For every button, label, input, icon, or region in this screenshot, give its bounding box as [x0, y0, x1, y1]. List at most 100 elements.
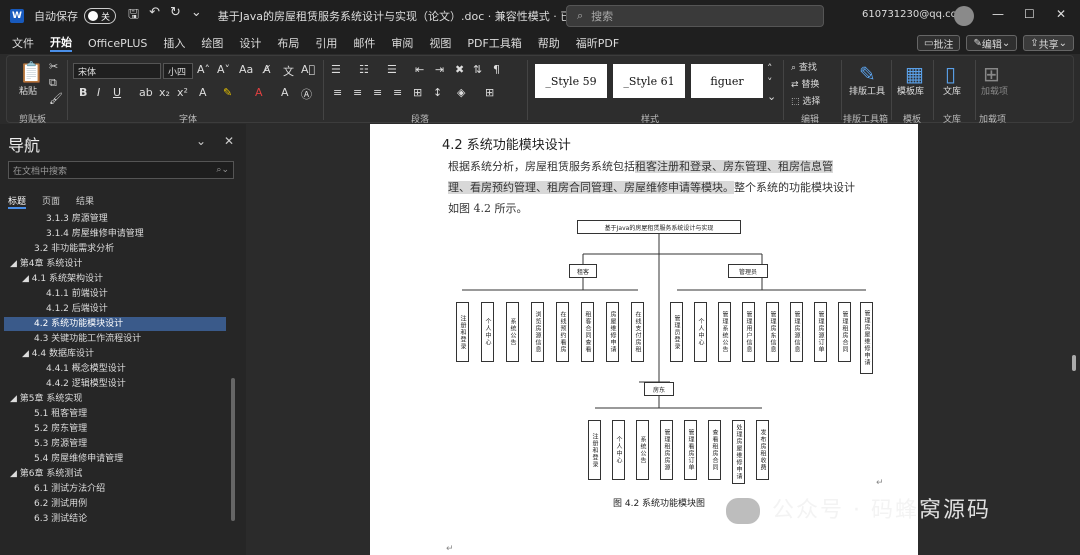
- distributed-icon[interactable]: ⊞: [413, 86, 422, 99]
- document-scrollbar[interactable]: [1072, 355, 1076, 371]
- nav-tab-results[interactable]: 结果: [76, 194, 94, 209]
- tab-officeplus[interactable]: OfficePLUS: [88, 37, 147, 50]
- numbering-icon[interactable]: ☷: [359, 63, 369, 76]
- nav-item[interactable]: 3.1.4 房屋维修申请管理: [46, 227, 144, 241]
- tab-foxit-pdf[interactable]: 福昕PDF: [576, 35, 619, 51]
- font-name-select[interactable]: 宋体: [73, 63, 161, 79]
- justify-icon[interactable]: ≡: [393, 86, 402, 99]
- layout-tool-icon[interactable]: ✎: [859, 62, 876, 86]
- enclose-characters-icon[interactable]: Ⓐ: [301, 86, 312, 102]
- grow-font-icon[interactable]: A˄: [197, 63, 210, 76]
- share-button[interactable]: ⇪ 共享 ⌄: [1023, 35, 1074, 51]
- save-icon[interactable]: 🖫: [128, 5, 139, 27]
- minimize-icon[interactable]: —: [992, 7, 1004, 21]
- nav-item[interactable]: 3.2 非功能需求分析: [34, 242, 114, 256]
- nav-close-icon[interactable]: ✕: [224, 134, 234, 148]
- tab-design[interactable]: 设计: [239, 35, 261, 51]
- tab-layout[interactable]: 布局: [277, 35, 299, 51]
- tab-help[interactable]: 帮助: [538, 35, 560, 51]
- wenku-icon[interactable]: ▯: [945, 62, 956, 86]
- shrink-font-icon[interactable]: A˅: [217, 63, 230, 76]
- style-item[interactable]: _Style 59: [535, 64, 607, 98]
- chinese-layout-icon[interactable]: ✖: [455, 63, 464, 76]
- underline-icon[interactable]: U: [113, 86, 121, 99]
- avatar[interactable]: [954, 6, 974, 26]
- undo-icon[interactable]: ↶: [149, 5, 160, 27]
- document-page[interactable]: 4.2 系统功能模块设计 根据系统分析，房屋租赁服务系统包括租客注册和登录、房东…: [370, 124, 918, 555]
- nav-item[interactable]: 5.2 房东管理: [34, 422, 87, 436]
- nav-item[interactable]: ◢ 第4章 系统设计: [10, 257, 82, 271]
- add-ins-icon[interactable]: ⊞: [983, 62, 1000, 86]
- nav-item[interactable]: ◢ 第5章 系统实现: [10, 392, 82, 406]
- show-marks-icon[interactable]: ¶: [493, 63, 500, 76]
- align-center-icon[interactable]: ≡: [353, 86, 362, 99]
- nav-item-selected[interactable]: 4.2 系统功能模块设计: [4, 317, 226, 331]
- bullets-icon[interactable]: ☰: [331, 63, 341, 76]
- nav-tab-headings[interactable]: 标题: [8, 194, 27, 209]
- sort-icon[interactable]: ⇅: [473, 63, 482, 76]
- subscript-icon[interactable]: x₂: [159, 86, 170, 99]
- style-item[interactable]: _Style 61: [613, 64, 685, 98]
- tab-view[interactable]: 视图: [429, 35, 451, 51]
- tab-pdf-toolbox[interactable]: PDF工具箱: [467, 35, 521, 51]
- align-left-icon[interactable]: ≡: [333, 86, 342, 99]
- tab-insert[interactable]: 插入: [163, 35, 185, 51]
- font-color-icon[interactable]: A: [255, 86, 263, 99]
- nav-item[interactable]: 4.1.2 后端设计: [46, 302, 108, 316]
- nav-item[interactable]: 4.4.1 概念模型设计: [46, 362, 126, 376]
- redo-icon[interactable]: ↻: [170, 5, 181, 27]
- nav-item[interactable]: 6.1 测试方法介绍: [34, 482, 105, 496]
- comment-button[interactable]: ▭ 批注: [916, 35, 961, 51]
- customize-qat-icon[interactable]: ⌄: [191, 5, 202, 27]
- highlight-icon[interactable]: ✎: [223, 86, 232, 99]
- strikethrough-icon[interactable]: ab: [139, 86, 153, 99]
- change-case-icon[interactable]: Aa: [239, 63, 253, 76]
- line-spacing-icon[interactable]: ↕: [433, 86, 442, 99]
- nav-item[interactable]: 5.4 房屋维修申请管理: [34, 452, 123, 466]
- nav-item[interactable]: 6.3 测试结论: [34, 512, 87, 526]
- text-effects-icon[interactable]: A: [199, 86, 207, 99]
- shading-icon[interactable]: ◈: [457, 86, 465, 99]
- paste-icon[interactable]: 📋: [19, 60, 44, 84]
- find-button[interactable]: ⌕ 查找: [791, 60, 817, 73]
- styles-scroll-up-icon[interactable]: ˄: [767, 62, 773, 75]
- nav-item[interactable]: 3.1.3 房源管理: [46, 212, 108, 226]
- tab-draw[interactable]: 绘图: [201, 35, 223, 51]
- tab-references[interactable]: 引用: [315, 35, 337, 51]
- cut-icon[interactable]: ✂: [49, 60, 58, 73]
- select-button[interactable]: ⬚ 选择: [791, 94, 820, 107]
- styles-more-icon[interactable]: ⌄: [767, 90, 776, 103]
- wenku-label[interactable]: 文库: [943, 84, 961, 97]
- add-ins-label[interactable]: 加载项: [981, 84, 1008, 97]
- superscript-icon[interactable]: x²: [177, 86, 188, 99]
- nav-item[interactable]: 4.1.1 前端设计: [46, 287, 108, 301]
- search-icon[interactable]: ⌕⌄: [216, 165, 229, 175]
- nav-item[interactable]: ◢ 4.1 系统架构设计: [22, 272, 103, 286]
- tab-mailings[interactable]: 邮件: [353, 35, 375, 51]
- template-library-label[interactable]: 模板库: [897, 84, 924, 97]
- nav-item[interactable]: ◢ 4.4 数据库设计: [22, 347, 94, 361]
- nav-options-icon[interactable]: ⌄: [196, 134, 206, 148]
- increase-indent-icon[interactable]: ⇥: [435, 63, 444, 76]
- nav-item[interactable]: 4.4.2 逻辑模型设计: [46, 377, 126, 391]
- phonetic-guide-icon[interactable]: 文: [283, 63, 294, 79]
- close-icon[interactable]: ✕: [1056, 7, 1066, 21]
- style-item[interactable]: figuer: [691, 64, 763, 98]
- format-painter-icon[interactable]: 🖌: [49, 92, 63, 105]
- styles-scroll-down-icon[interactable]: ˅: [767, 76, 773, 89]
- maximize-icon[interactable]: ☐: [1024, 7, 1035, 21]
- tab-home[interactable]: 开始: [50, 34, 72, 52]
- nav-scrollbar[interactable]: [231, 378, 235, 521]
- nav-item[interactable]: 5.3 房源管理: [34, 437, 87, 451]
- paste-label[interactable]: 粘贴: [19, 84, 37, 97]
- nav-item[interactable]: ◢ 第6章 系统测试: [10, 467, 82, 481]
- borders-icon[interactable]: ⊞: [485, 86, 494, 99]
- layout-tool-label[interactable]: 排版工具: [849, 84, 885, 97]
- nav-item[interactable]: 4.3 关键功能工作流程设计: [34, 332, 141, 346]
- nav-search-input[interactable]: 在文档中搜索 ⌕⌄: [8, 161, 234, 179]
- document-title[interactable]: 基于Java的房屋租赁服务系统设计与实现（论文）.doc · 兼容性模式 · 已…: [218, 8, 606, 24]
- multilevel-list-icon[interactable]: ☰: [387, 63, 397, 76]
- clear-formatting-icon[interactable]: A̸: [263, 63, 271, 76]
- decrease-indent-icon[interactable]: ⇤: [415, 63, 424, 76]
- replace-button[interactable]: ⇄ 替换: [791, 77, 819, 90]
